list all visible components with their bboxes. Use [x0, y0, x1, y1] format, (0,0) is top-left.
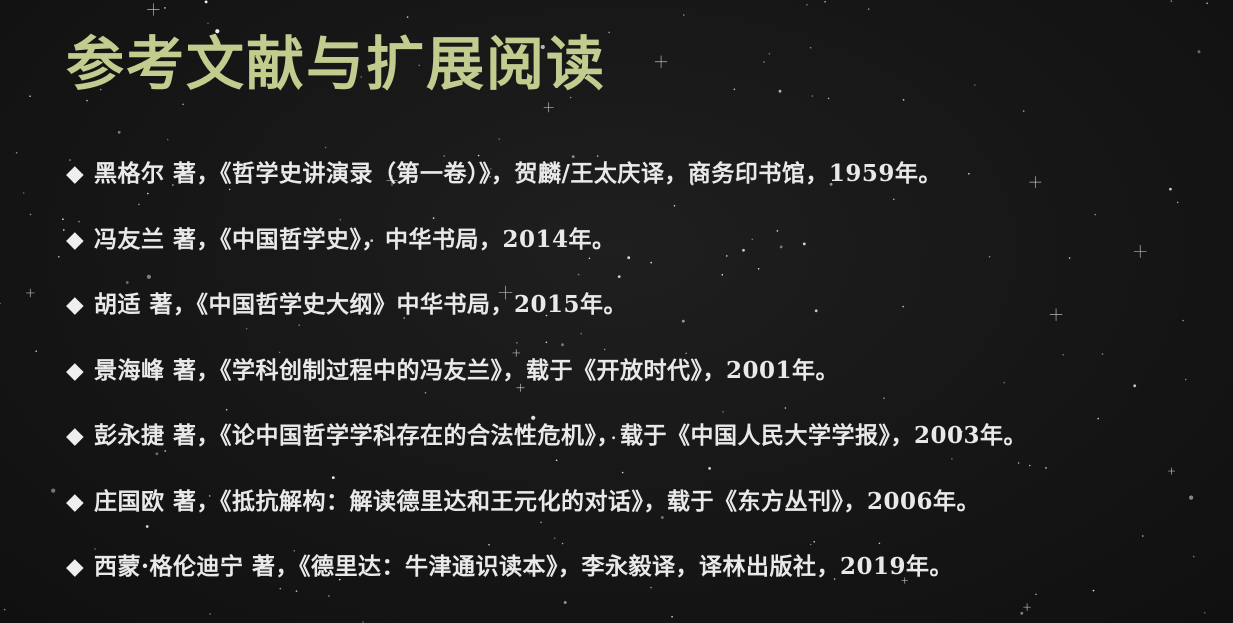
reference-item: ◆ 冯友兰 著，《中国哲学史》，中华书局，2014年。: [66, 214, 1027, 280]
star-dot: [1097, 417, 1099, 420]
star-dot: [824, 0, 826, 3]
star-dot: [1062, 354, 1064, 356]
reference-text: 黑格尔 著，《哲学史讲演录（第一卷）》，贺麟/王太庆译，商务印书馆，1959年。: [94, 160, 942, 187]
star-dot: [1020, 611, 1024, 615]
star-dot: [1189, 495, 1194, 500]
diamond-bullet-icon: ◆: [66, 553, 85, 580]
star-dot: [1169, 187, 1172, 191]
star-dot: [1176, 201, 1179, 204]
star-dot: [1094, 213, 1097, 216]
star-dot: [733, 88, 736, 91]
star-dot: [1029, 464, 1031, 467]
star-dot: [608, 31, 610, 34]
star-dot: [683, 14, 685, 16]
star-dot: [29, 95, 31, 97]
star-dot: [763, 61, 765, 63]
star-dot: [406, 16, 409, 18]
star-dot: [778, 89, 782, 93]
star-dot: [1197, 50, 1201, 54]
diamond-bullet-icon: ◆: [66, 160, 85, 187]
reference-list: ◆ 黑格尔 著，《哲学史讲演录（第一卷）》，贺麟/王太庆译，商务印书馆，1959年…: [66, 148, 1027, 607]
star-dot: [498, 138, 501, 140]
star-dot: [811, 95, 814, 97]
star-dot: [29, 213, 32, 216]
star-dot: [974, 84, 976, 86]
reference-text: 胡适 著，《中国哲学史大纲》中华书局，2015年。: [94, 291, 628, 318]
star-dot: [207, 22, 209, 25]
slide: 参考文献与扩展阅读 ◆ 黑格尔 著，《哲学史讲演录（第一卷）》，贺麟/王太庆译，商…: [0, 0, 1233, 623]
star-dot: [1170, 0, 1173, 2]
star-dot: [15, 152, 18, 154]
diamond-bullet-icon: ◆: [66, 356, 85, 384]
star-dot: [166, 138, 169, 141]
slide-title: 参考文献与扩展阅读: [66, 30, 607, 98]
star-dot: [1182, 319, 1184, 322]
star-dot: [51, 488, 56, 493]
star-dot: [1022, 110, 1025, 112]
star-dot: [1092, 589, 1095, 592]
star-dot: [62, 218, 64, 220]
star-dot: [209, 613, 211, 615]
reference-text: 冯友兰 著，《中国哲学史》，中华书局，2014年。: [94, 225, 616, 253]
star-dot: [806, 4, 808, 6]
star-dot: [867, 8, 870, 10]
diamond-bullet-icon: ◆: [66, 291, 85, 318]
reference-text: 景海峰 著，《学科创制过程中的冯友兰》，载于《开放时代》，2001年。: [94, 356, 840, 384]
star-dot: [1142, 535, 1144, 537]
star-dot: [182, 103, 184, 106]
star-dot: [768, 53, 771, 55]
star-dot: [827, 97, 830, 100]
star-sparkle: [654, 55, 668, 68]
star-dot: [809, 46, 812, 49]
star-dot: [117, 130, 121, 134]
diamond-bullet-icon: ◆: [66, 422, 85, 449]
reference-item: ◆ 胡适 著，《中国哲学史大纲》中华书局，2015年。: [66, 279, 1027, 345]
star-dot: [0, 302, 1, 305]
star-dot: [671, 615, 673, 618]
star-sparkle: [1168, 467, 1175, 475]
reference-item: ◆ 黑格尔 著，《哲学史讲演录（第一卷）》，贺麟/王太庆译，商务印书馆，1959年…: [66, 148, 1027, 214]
star-dot: [58, 255, 60, 258]
star-dot: [1203, 612, 1206, 614]
star-dot: [1101, 353, 1104, 355]
reference-text: 彭永捷 著，《论中国哲学学科存在的合法性危机》，载于《中国人民大学学报》，200…: [94, 422, 1028, 449]
star-sparkle: [543, 102, 554, 113]
star-sparkle: [26, 288, 35, 298]
star-dot: [1192, 555, 1195, 558]
star-sparkle: [1133, 245, 1147, 258]
star-dot: [1045, 467, 1047, 469]
star-sparkle: [1029, 176, 1042, 188]
star-dot: [1133, 384, 1137, 388]
star-dot: [1035, 593, 1037, 596]
star-dot: [204, 0, 208, 4]
star-dot: [1184, 378, 1187, 381]
reference-item: ◆ 景海峰 著，《学科创制过程中的冯友兰》，载于《开放时代》，2001年。: [66, 345, 1027, 411]
diamond-bullet-icon: ◆: [66, 225, 85, 253]
reference-item: ◆ 西蒙·格伦迪宁 著，《德里达：牛津通识读本》，李永毅译，译林出版社，2019年…: [66, 541, 1027, 607]
star-dot: [3, 608, 6, 611]
diamond-bullet-icon: ◆: [66, 487, 85, 515]
star-dot: [1068, 257, 1071, 259]
star-dot: [164, 7, 166, 9]
reference-text: 庄国欧 著，《抵抗解构：解读德里达和王元化的对话》，载于《东方丛刊》，2006年…: [94, 487, 981, 515]
reference-item: ◆ 庄国欧 著，《抵抗解构：解读德里达和王元化的对话》，载于《东方丛刊》，2006…: [66, 476, 1027, 542]
star-dot: [63, 229, 65, 231]
star-sparkle: [147, 3, 160, 16]
reference-item: ◆ 彭永捷 著，《论中国哲学学科存在的合法性危机》，载于《中国人民大学学报》，20…: [66, 410, 1027, 476]
reference-text: 西蒙·格伦迪宁 著，《德里达：牛津通识读本》，李永毅译，译林出版社，2019年。: [94, 553, 954, 580]
star-dot: [902, 99, 905, 101]
star-dot: [1206, 2, 1208, 4]
star-dot: [22, 192, 25, 194]
star-dot: [35, 350, 37, 353]
star-sparkle: [1049, 308, 1063, 321]
